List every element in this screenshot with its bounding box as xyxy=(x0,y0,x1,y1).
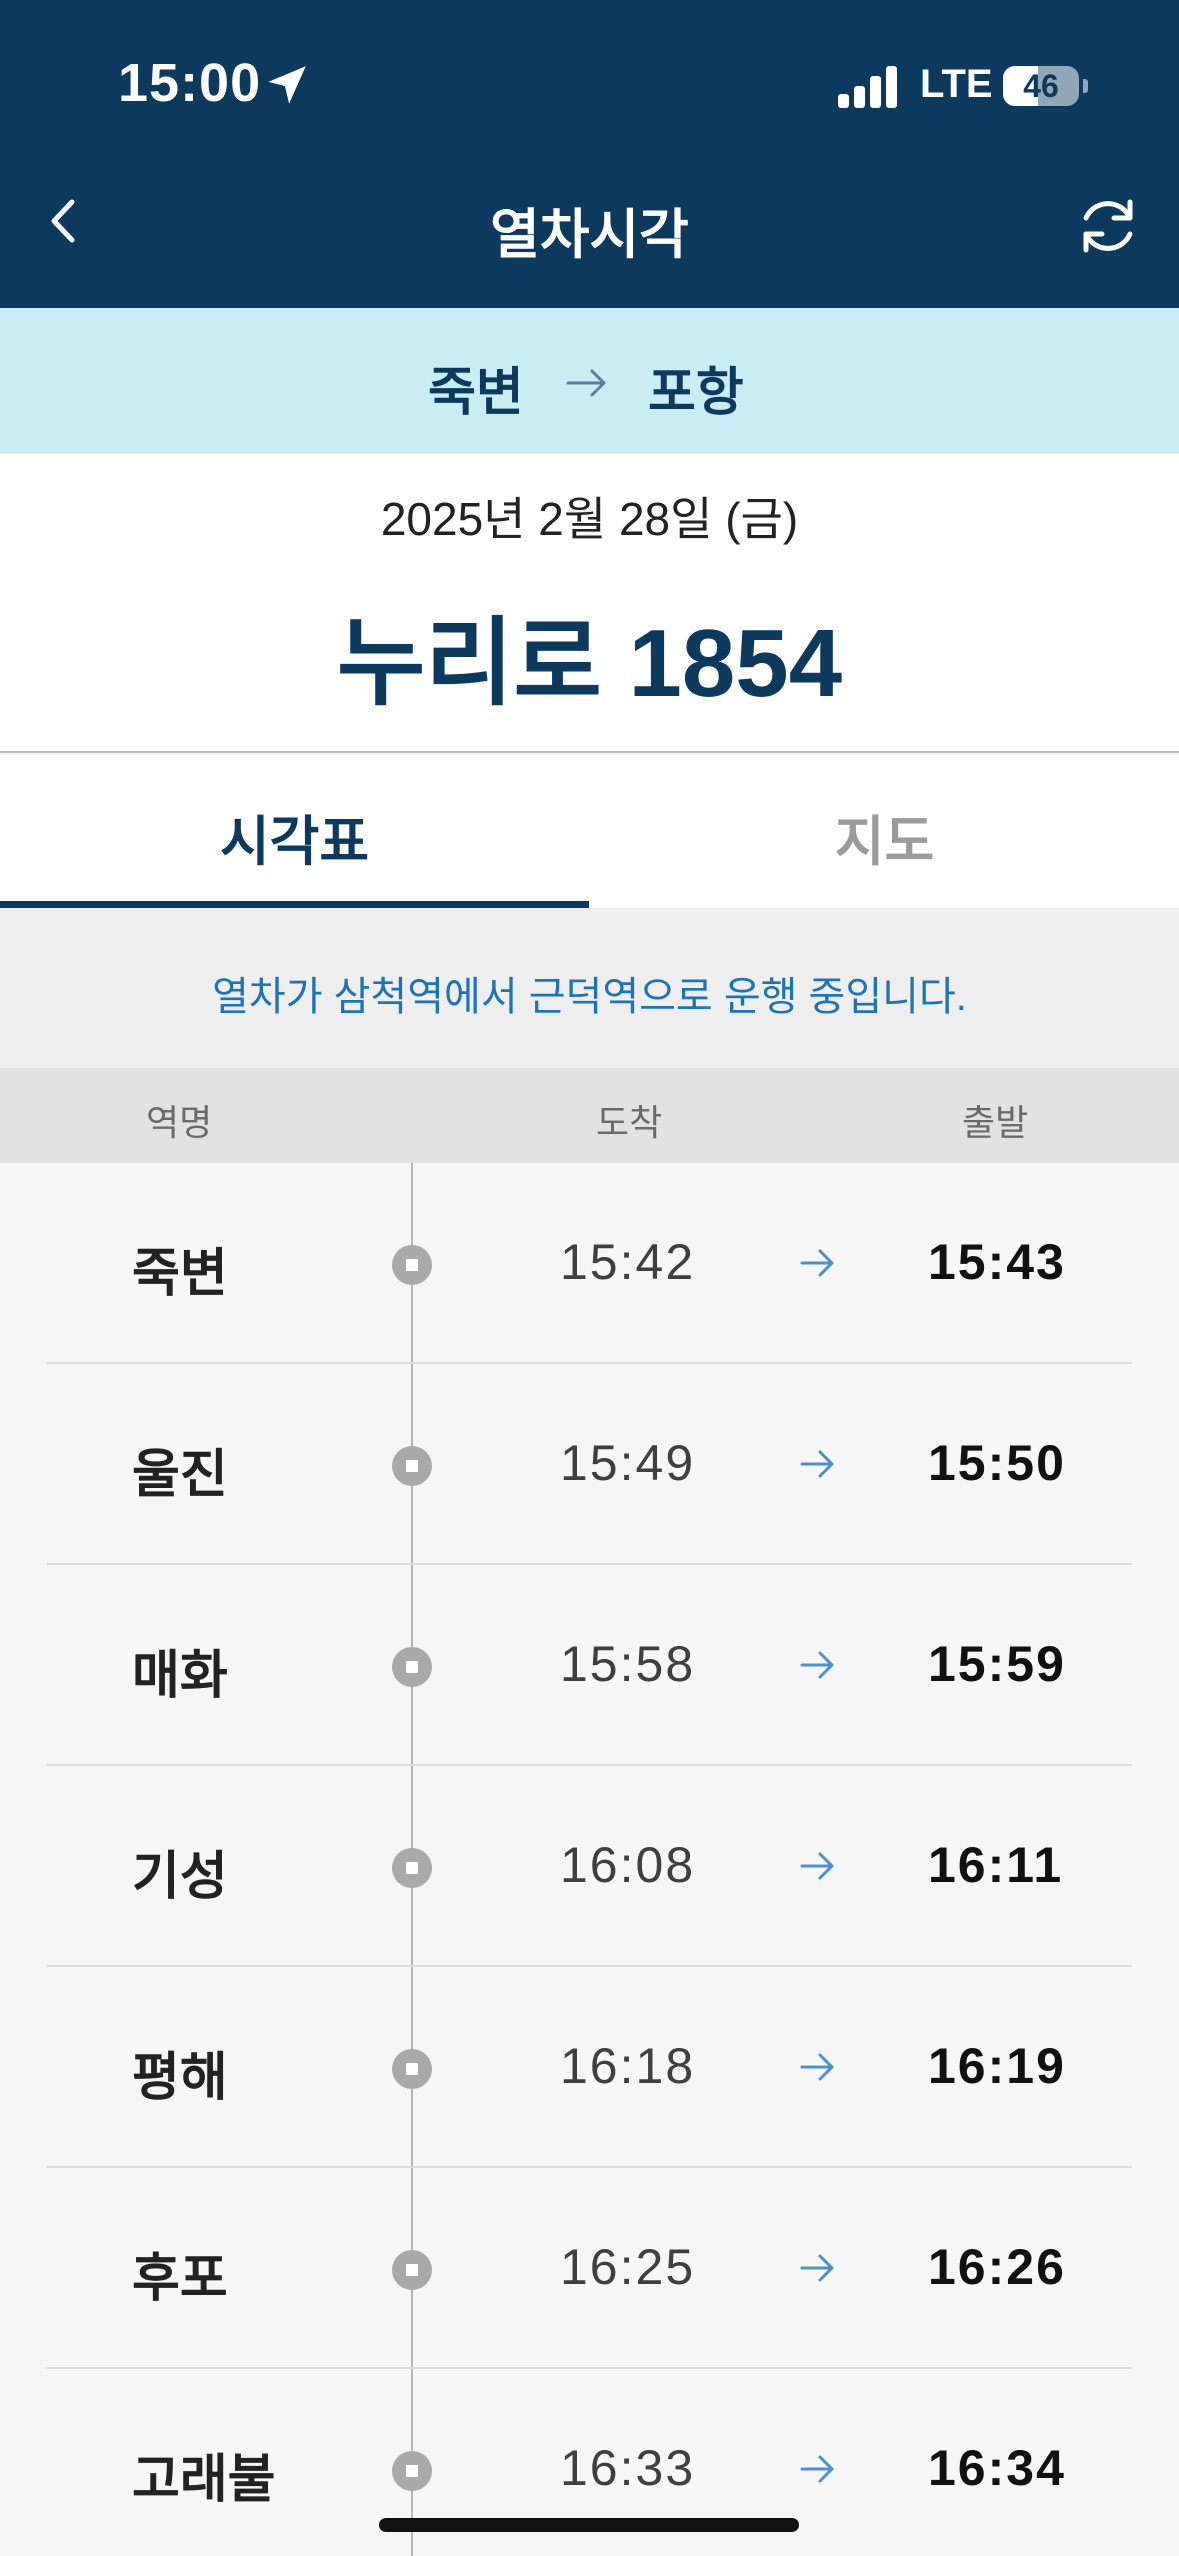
station-name: 후포 xyxy=(132,2250,228,2308)
station-name: 울진 xyxy=(132,1446,228,1504)
refresh-button[interactable] xyxy=(1070,188,1146,264)
route-to: 포항 xyxy=(648,364,744,422)
tab-timetable[interactable]: 시각표 xyxy=(0,755,589,908)
network-label: LTE xyxy=(920,62,993,106)
arrow-right-icon xyxy=(800,1249,834,1277)
arrow-right-icon xyxy=(800,2455,834,2483)
table-row[interactable]: 죽변 15:42 15:43 xyxy=(0,1163,1179,1364)
travel-date: 2025년 2월 28일 (금) xyxy=(380,493,799,545)
app-screen: 15:00 LTE 46 열차시각 죽변 포항 2025년 2월 28일 (금)… xyxy=(0,0,1179,2556)
arrival-time: 16:18 xyxy=(560,2038,696,2094)
stop-marker-icon xyxy=(392,1446,432,1486)
departure-time: 15:50 xyxy=(928,1435,1066,1491)
battery-level: 46 xyxy=(1023,68,1059,104)
tab-map[interactable]: 지도 xyxy=(590,755,1179,908)
stop-marker-icon xyxy=(392,2250,432,2290)
route-band: 죽변 포항 xyxy=(0,308,1179,453)
arrival-time: 16:08 xyxy=(560,1837,696,1893)
status-notice: 열차가 삼척역에서 근덕역으로 운행 중입니다. xyxy=(0,908,1179,1068)
stop-marker-icon xyxy=(392,1245,432,1285)
column-header: 역명 도착 출발 xyxy=(0,1068,1179,1163)
train-info: 2025년 2월 28일 (금) 누리로 1854 xyxy=(0,453,1179,753)
station-name: 죽변 xyxy=(132,1245,228,1303)
departure-time: 15:43 xyxy=(928,1234,1066,1290)
battery-icon: 46 xyxy=(1003,66,1088,106)
station-name: 고래불 xyxy=(132,2451,276,2509)
arrow-right-icon xyxy=(800,2254,834,2282)
stop-marker-icon xyxy=(392,1848,432,1888)
station-name: 기성 xyxy=(132,1848,228,1906)
table-row[interactable]: 후포 16:25 16:26 xyxy=(0,2168,1179,2369)
home-indicator xyxy=(379,2518,799,2532)
route-from: 죽변 xyxy=(428,364,524,422)
arrow-right-icon xyxy=(800,1852,834,1880)
arrival-time: 16:33 xyxy=(560,2440,696,2496)
arrival-time: 15:42 xyxy=(560,1234,696,1290)
status-time: 15:00 xyxy=(118,53,262,113)
location-arrow-icon xyxy=(268,66,306,104)
arrival-time: 15:58 xyxy=(560,1636,696,1692)
stop-marker-icon xyxy=(392,2451,432,2491)
departure-time: 16:19 xyxy=(928,2038,1066,2094)
departure-time: 16:34 xyxy=(928,2440,1066,2496)
timetable-list: 죽변 15:42 15:43 울진 15:49 15:50 매화 15:58 15:59 기성 16… xyxy=(0,1163,1179,2556)
table-row[interactable]: 평해 16:18 16:19 xyxy=(0,1967,1179,2168)
table-row[interactable]: 매화 15:58 15:59 xyxy=(0,1565,1179,1766)
arrival-time: 15:49 xyxy=(560,1435,696,1491)
departure-time: 15:59 xyxy=(928,1636,1066,1692)
route-arrow-icon xyxy=(566,369,606,397)
top-bar: 15:00 LTE 46 열차시각 xyxy=(0,0,1179,308)
arrow-right-icon xyxy=(800,1651,834,1679)
column-depart: 출발 xyxy=(962,1102,1029,1143)
stop-marker-icon xyxy=(392,2049,432,2089)
table-row[interactable]: 울진 15:49 15:50 xyxy=(0,1364,1179,1565)
departure-time: 16:26 xyxy=(928,2239,1066,2295)
active-tab-indicator xyxy=(0,901,589,908)
arrow-right-icon xyxy=(800,2053,834,2081)
departure-time: 16:11 xyxy=(928,1837,1064,1893)
page-title: 열차시각 xyxy=(490,205,689,265)
stop-marker-icon xyxy=(392,1647,432,1687)
station-name: 평해 xyxy=(132,2049,228,2107)
tab-bar: 시각표 지도 xyxy=(0,755,1179,908)
train-name: 누리로 1854 xyxy=(336,610,843,717)
station-name: 매화 xyxy=(132,1647,228,1705)
arrow-right-icon xyxy=(800,1450,834,1478)
signal-icon xyxy=(838,64,898,108)
column-station: 역명 xyxy=(146,1102,213,1143)
arrival-time: 16:25 xyxy=(560,2239,696,2295)
table-row[interactable]: 기성 16:08 16:11 xyxy=(0,1766,1179,1967)
column-arrive: 도착 xyxy=(596,1102,663,1143)
